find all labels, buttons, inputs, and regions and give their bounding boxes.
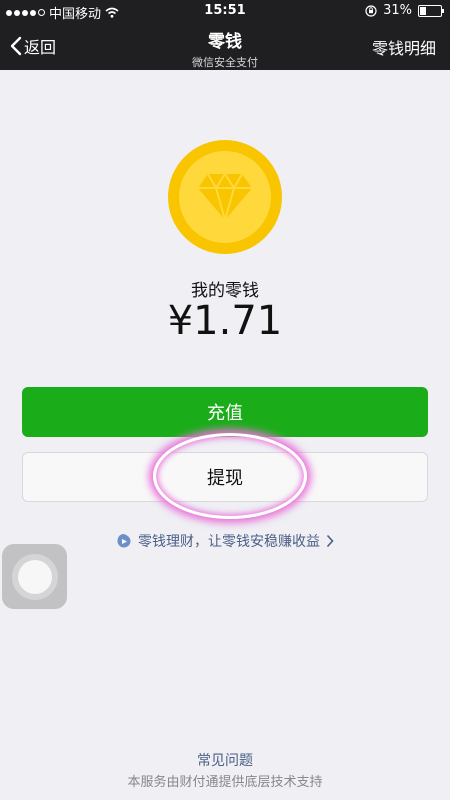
battery-percent: 31% xyxy=(383,3,412,18)
withdraw-button[interactable]: 提现 xyxy=(22,452,428,502)
balance-details-button[interactable]: 零钱明细 xyxy=(372,35,436,59)
assistive-touch-button[interactable] xyxy=(2,544,67,609)
faq-link[interactable]: 常见问题 xyxy=(0,750,450,770)
support-text: 本服务由财付通提供底层技术支持 xyxy=(127,775,323,790)
chevron-right-icon xyxy=(326,534,334,548)
status-bar: 中国移动 15:51 31% xyxy=(0,0,450,22)
status-right: 31% xyxy=(365,3,444,18)
recharge-button[interactable]: 充值 xyxy=(22,387,428,437)
nav-bar: 返回 零钱 微信安全支付 零钱明细 xyxy=(0,22,450,70)
orientation-lock-icon xyxy=(365,4,377,17)
withdraw-label: 提现 xyxy=(207,468,243,489)
coin-badge xyxy=(168,140,282,254)
wealth-promo-text: 零钱理财，让零钱安稳赚收益 xyxy=(138,534,320,550)
diamond-icon xyxy=(198,172,252,222)
recharge-label: 充值 xyxy=(207,403,243,424)
wealth-promo-link[interactable]: 零钱理财，让零钱安稳赚收益 xyxy=(0,531,450,551)
battery-icon xyxy=(418,4,444,17)
wealth-icon xyxy=(117,534,131,548)
balance-amount: ¥1.71 xyxy=(167,298,283,344)
